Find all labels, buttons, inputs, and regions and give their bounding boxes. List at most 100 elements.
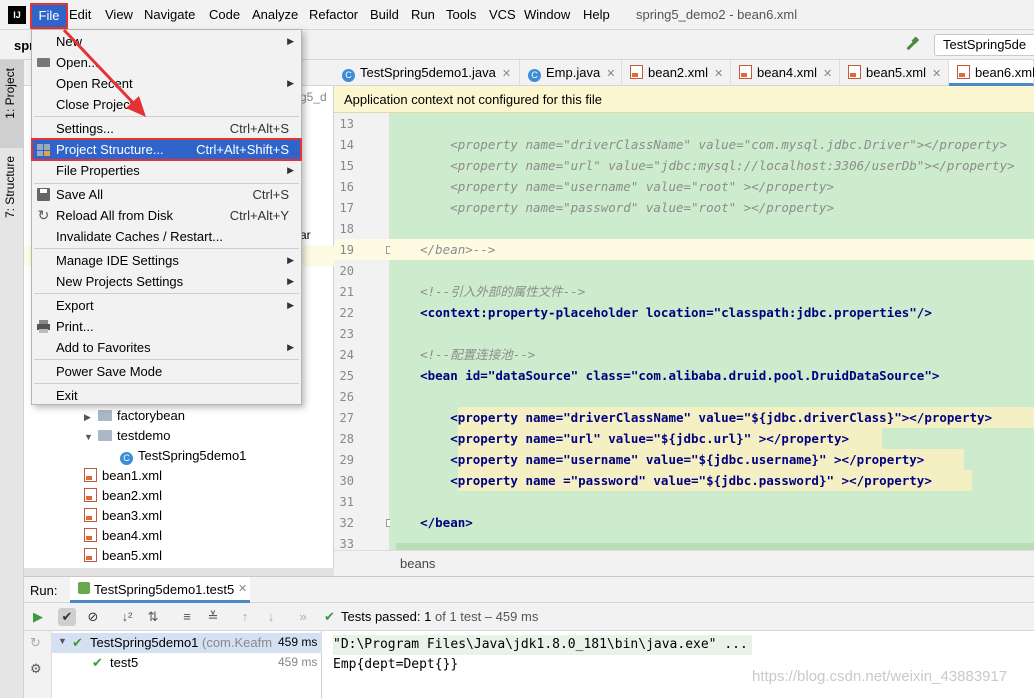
tree-folder-testdemo[interactable]: ▼ testdemo	[84, 426, 170, 446]
menu-window[interactable]: Window	[524, 7, 570, 22]
menu-item-save-all[interactable]: Save All Ctrl+S	[32, 184, 301, 205]
menu-edit[interactable]: Edit	[69, 7, 91, 22]
menu-view[interactable]: View	[105, 7, 133, 22]
chevron-down-icon[interactable]: ▼	[84, 427, 94, 447]
menu-item-invalidate-caches[interactable]: Invalidate Caches / Restart...	[32, 226, 301, 247]
menu-item-settings[interactable]: Settings... Ctrl+Alt+S	[32, 118, 301, 139]
chevron-right-icon[interactable]: ▶	[84, 407, 94, 427]
tab-bean2-xml[interactable]: bean2.xml ✕	[622, 60, 731, 86]
menu-item-close-project[interactable]: Close Project	[32, 94, 301, 115]
close-icon[interactable]: ✕	[502, 68, 511, 80]
line-number: 23	[339, 327, 354, 341]
menu-item-file-properties[interactable]: File Properties ▶	[32, 160, 301, 181]
menu-item-project-structure[interactable]: Project Structure... Ctrl+Alt+Shift+S	[31, 138, 302, 161]
close-icon[interactable]: ✕	[932, 68, 941, 80]
horizontal-scrollbar[interactable]	[24, 568, 334, 576]
run-label: Run:	[30, 583, 58, 598]
close-icon[interactable]: ✕	[714, 68, 723, 80]
tree-item-testspring5demo1[interactable]: C TestSpring5demo1	[120, 446, 246, 466]
editor-horizontal-scrollbar[interactable]	[396, 543, 1034, 550]
tab-label: bean6.xml	[975, 65, 1034, 80]
tree-label: bean4.xml	[102, 528, 162, 543]
menu-navigate[interactable]: Navigate	[144, 7, 195, 22]
close-icon[interactable]: ✕	[823, 68, 832, 80]
tab-testspring5demo1-java[interactable]: C TestSpring5demo1.java ✕	[334, 60, 520, 86]
menu-item-exit[interactable]: Exit	[32, 385, 301, 406]
menu-vcs[interactable]: VCS	[489, 7, 516, 22]
chevron-right-icon: ▶	[287, 342, 294, 352]
sort-duration-icon[interactable]: ⇅	[144, 608, 162, 626]
class-icon: C	[342, 69, 355, 82]
menu-item-power-save-mode[interactable]: Power Save Mode	[32, 361, 301, 382]
collapse-all-icon[interactable]: ≚	[204, 608, 222, 626]
rerun-failed-icon[interactable]: ↻	[30, 635, 41, 651]
tree-label: factorybean	[117, 408, 185, 423]
show-ignored-icon[interactable]: ⊘	[84, 608, 102, 626]
line-number: 33	[339, 537, 354, 551]
menu-item-new-projects-settings[interactable]: New Projects Settings ▶	[32, 271, 301, 292]
menu-item-open[interactable]: Open...	[32, 52, 301, 73]
menu-file[interactable]: File	[30, 3, 68, 29]
tree-item-bean4[interactable]: bean4.xml	[84, 526, 162, 546]
console-output[interactable]: "D:\Program Files\Java\jdk1.8.0_181\bin\…	[323, 631, 1034, 698]
tab-bean6-xml[interactable]: bean6.xml	[949, 60, 1034, 86]
tree-item-bean2[interactable]: bean2.xml	[84, 486, 162, 506]
test-run-icon	[78, 582, 90, 594]
menu-item-print[interactable]: Print...	[32, 316, 301, 337]
run-configuration-select[interactable]: TestSpring5de	[934, 34, 1034, 56]
code-editor[interactable]: <property name="driverClassName" value="…	[390, 113, 1034, 550]
rerun-icon[interactable]: ▶	[29, 608, 47, 626]
tab-label: bean2.xml	[648, 65, 708, 80]
tree-folder-factorybean[interactable]: ▶ factorybean	[84, 406, 185, 426]
tab-bean4-xml[interactable]: bean4.xml ✕	[731, 60, 840, 86]
tree-item-bean1[interactable]: bean1.xml	[84, 466, 162, 486]
show-passed-icon[interactable]: ✔	[58, 608, 76, 626]
menu-tools[interactable]: Tools	[446, 7, 476, 22]
chevron-down-icon[interactable]: ▼	[58, 636, 67, 646]
tree-label: bean1.xml	[102, 468, 162, 483]
line-number: 32	[339, 516, 354, 530]
more-icon[interactable]: »	[294, 608, 312, 626]
tool-window-stripe: 1: Project 7: Structure	[0, 60, 24, 698]
arrow-down-icon[interactable]: ↓	[262, 608, 280, 626]
menu-item-reload-all[interactable]: ↻ Reload All from Disk Ctrl+Alt+Y	[32, 205, 301, 226]
settings-icon[interactable]: ⚙	[30, 661, 42, 677]
console-line: Emp{dept=Dept{}}	[333, 657, 459, 672]
tree-item-bean5[interactable]: bean5.xml	[84, 546, 162, 566]
run-tab[interactable]: TestSpring5demo1.test5 ✕	[70, 577, 250, 603]
tab-bean5-xml[interactable]: bean5.xml ✕	[840, 60, 949, 86]
expand-all-icon[interactable]: ≡	[178, 608, 196, 626]
menu-help[interactable]: Help	[583, 7, 610, 22]
menu-analyze[interactable]: Analyze	[252, 7, 298, 22]
chevron-right-icon: ▶	[287, 165, 294, 175]
xml-file-icon	[630, 65, 643, 79]
menu-item-export[interactable]: Export ▶	[32, 295, 301, 316]
menu-item-new[interactable]: New ▶	[32, 31, 301, 52]
menu-refactor[interactable]: Refactor	[309, 7, 358, 22]
test-case-label[interactable]: test5	[110, 655, 138, 670]
sort-alpha-icon[interactable]: ↓²	[118, 608, 136, 626]
menu-item-add-to-favorites[interactable]: Add to Favorites ▶	[32, 337, 301, 358]
structure-tool-tab[interactable]: 7: Structure	[3, 156, 17, 218]
tree-label: bean2.xml	[102, 488, 162, 503]
build-hammer-icon[interactable]	[904, 36, 920, 52]
breadcrumb[interactable]: beans	[334, 550, 1034, 576]
xml-file-icon	[957, 65, 970, 79]
tree-item-bean3[interactable]: bean3.xml	[84, 506, 162, 526]
menu-code[interactable]: Code	[209, 7, 240, 22]
file-menu-dropdown: New ▶ Open... Open Recent ▶ Close Project …	[31, 29, 302, 405]
menu-build[interactable]: Build	[370, 7, 399, 22]
close-icon[interactable]: ✕	[606, 68, 615, 80]
project-tool-tab[interactable]: 1: Project	[3, 68, 17, 119]
code-line: </bean>-->	[390, 242, 496, 257]
arrow-up-icon[interactable]: ↑	[236, 608, 254, 626]
line-number: 24	[339, 348, 354, 362]
menu-item-manage-ide-settings[interactable]: Manage IDE Settings ▶	[32, 250, 301, 271]
menu-item-open-recent[interactable]: Open Recent ▶	[32, 73, 301, 94]
editor-tabs: C TestSpring5demo1.java ✕ C Emp.java ✕ bean2…	[334, 60, 1034, 86]
tab-emp-java[interactable]: C Emp.java ✕	[520, 60, 622, 86]
close-icon[interactable]: ✕	[238, 582, 247, 595]
tree-partial-text: g5_d	[300, 90, 327, 104]
menu-run[interactable]: Run	[411, 7, 435, 22]
save-icon	[36, 187, 51, 202]
